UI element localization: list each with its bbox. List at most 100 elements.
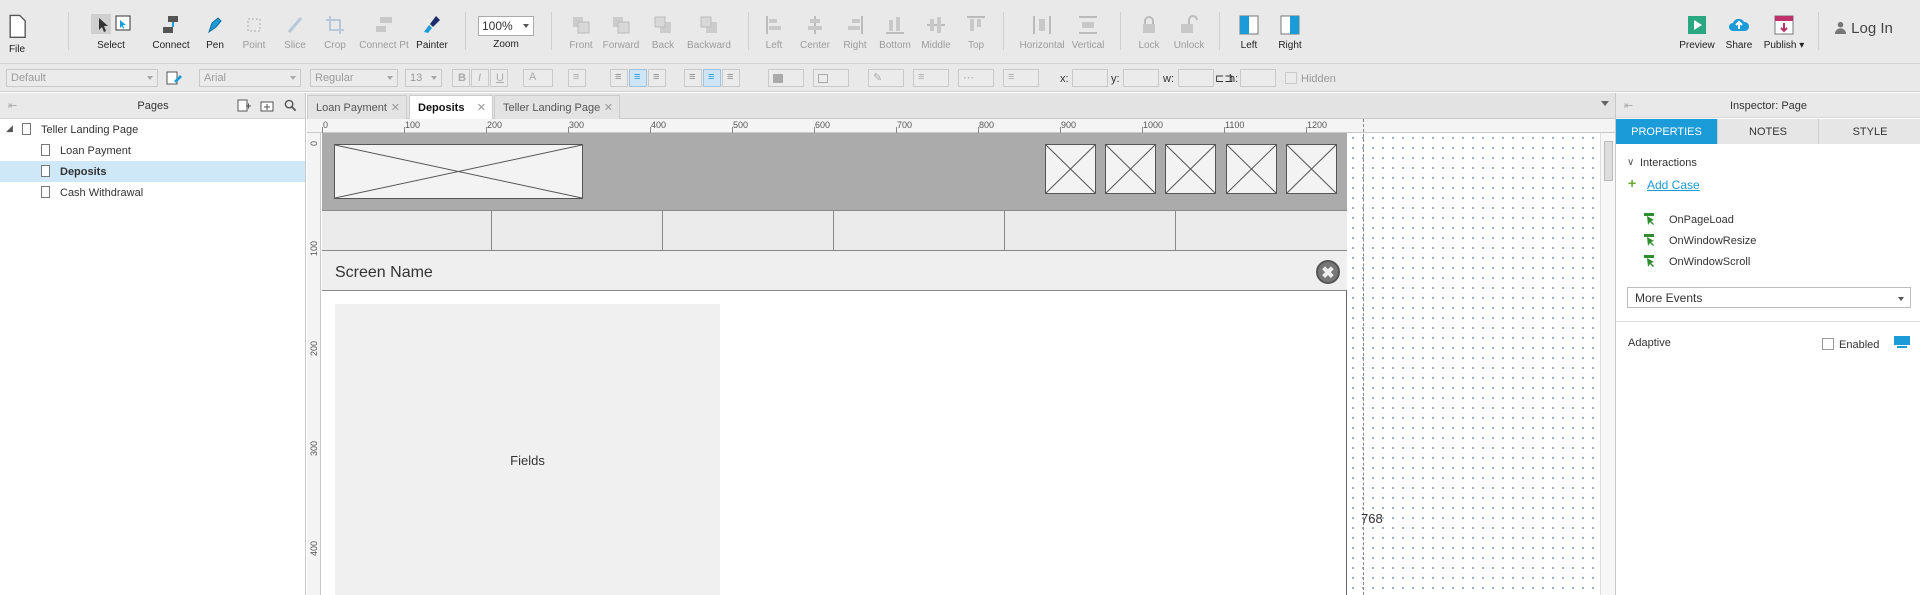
text-align-right-button[interactable]: ≡ — [648, 69, 666, 87]
fields-placeholder[interactable]: Fields — [335, 304, 720, 595]
italic-button[interactable]: I — [471, 69, 489, 87]
page-tree-item[interactable]: Cash Withdrawal — [0, 182, 305, 203]
tab-style[interactable]: STYLE — [1819, 119, 1920, 144]
crop-button[interactable]: Crop — [310, 12, 360, 51]
ruler-tick-label: 700 — [897, 120, 913, 130]
underline-button[interactable]: U — [490, 69, 508, 87]
event-onwindowscroll[interactable]: OnWindowScroll — [1669, 256, 1750, 268]
tab-notes[interactable]: NOTES — [1718, 119, 1819, 144]
line-pattern-button[interactable]: ⋯ — [958, 69, 994, 87]
font-color-button[interactable]: A — [523, 69, 553, 87]
width-input[interactable] — [1178, 69, 1214, 87]
backward-button[interactable]: Backward — [683, 12, 735, 51]
add-page-icon[interactable] — [237, 99, 251, 113]
x-input[interactable] — [1072, 69, 1108, 87]
vertical-scrollbar[interactable] — [1600, 133, 1615, 595]
screen-title-bar[interactable]: Screen Name ✖ — [322, 251, 1347, 291]
close-icon[interactable]: ✕ — [604, 101, 613, 114]
add-folder-icon[interactable] — [260, 99, 274, 113]
event-icon — [1644, 213, 1654, 225]
enabled-checkbox[interactable] — [1822, 338, 1834, 350]
login-button[interactable]: Log In — [1834, 20, 1893, 37]
wireframe-nav-bar[interactable] — [322, 211, 1347, 251]
header-icon-placeholder[interactable] — [1165, 144, 1216, 194]
unlock-button[interactable]: Unlock — [1164, 12, 1214, 51]
bullet-list-button[interactable]: ≡ — [568, 69, 586, 87]
connect-pt-button[interactable]: Connect Pt — [358, 12, 410, 51]
valign-bottom-icon: ≡ — [727, 71, 734, 83]
close-icon[interactable]: ✕ — [391, 101, 400, 114]
style-edit-button[interactable] — [165, 69, 183, 87]
hidden-checkbox[interactable] — [1285, 72, 1297, 84]
tab-teller-landing-page[interactable]: Teller Landing Page ✕ — [494, 95, 620, 119]
valign-top-button[interactable]: ≡ — [684, 69, 702, 87]
tab-properties[interactable]: PROPERTIES — [1616, 119, 1718, 144]
distribute-horizontal-button[interactable]: Horizontal — [1016, 12, 1068, 51]
design-canvas[interactable]: 0 100 200 300 400 500 600 700 800 900 1000 1100 1200… — [307, 119, 1615, 595]
scrollbar-thumb[interactable] — [1604, 141, 1613, 181]
chevron-down-icon[interactable]: ∨ — [1627, 157, 1634, 168]
text-align-left-button[interactable]: ≡ — [610, 69, 628, 87]
event-onpageload[interactable]: OnPageLoad — [1669, 214, 1734, 226]
text-align-center-button[interactable]: ≡ — [629, 69, 647, 87]
nav-item-placeholder[interactable] — [834, 211, 1005, 251]
tab-overflow-icon[interactable] — [1601, 101, 1609, 106]
adaptive-views-icon[interactable] — [1894, 336, 1910, 348]
cloud-upload-icon — [1729, 18, 1750, 31]
page-tree-item[interactable]: Loan Payment — [0, 140, 305, 161]
ruler-tick-label: 1200 — [1307, 120, 1328, 130]
y-input[interactable] — [1123, 69, 1159, 87]
bold-button[interactable]: B — [452, 69, 470, 87]
share-button[interactable]: Share — [1714, 12, 1764, 51]
nav-item-placeholder[interactable] — [492, 211, 663, 251]
valign-middle-button[interactable]: ≡ — [703, 69, 721, 87]
document-tabs: Loan Payment ✕ Deposits ✕ Teller Landing P… — [307, 93, 1615, 120]
back-button[interactable]: Back — [638, 12, 688, 51]
tab-loan-payment[interactable]: Loan Payment ✕ — [307, 95, 407, 119]
expand-toggle-icon[interactable]: ◢ — [6, 123, 13, 134]
fill-color-button[interactable] — [768, 69, 804, 87]
header-icon-placeholder[interactable] — [1105, 144, 1156, 194]
tab-deposits[interactable]: Deposits ✕ — [409, 95, 493, 120]
font-select[interactable]: Arial — [199, 69, 301, 87]
more-events-select[interactable]: More Events — [1627, 287, 1911, 308]
header-icon-placeholder[interactable] — [1045, 144, 1096, 194]
logo-placeholder[interactable] — [334, 144, 583, 199]
font-size-select[interactable]: 13 — [405, 69, 442, 87]
italic-icon: I — [478, 72, 482, 84]
wireframe-header[interactable] — [322, 133, 1347, 211]
publish-button[interactable]: Publish ▾ — [1758, 12, 1810, 51]
painter-button[interactable]: Painter — [407, 12, 457, 51]
nav-item-placeholder[interactable] — [663, 211, 834, 251]
unlock-icon — [1181, 15, 1198, 33]
right-pane-button[interactable]: Right — [1265, 12, 1315, 51]
header-icon-placeholder[interactable] — [1286, 144, 1337, 194]
nav-item-placeholder[interactable] — [1005, 211, 1176, 251]
header-icon-placeholder[interactable] — [1226, 144, 1277, 194]
distribute-vertical-button[interactable]: Vertical — [1063, 12, 1113, 51]
ruler-tick-label: 0 — [323, 120, 329, 130]
close-circle-icon[interactable]: ✖ — [1316, 260, 1340, 284]
align-top-button[interactable]: Top — [951, 12, 1001, 51]
arrow-style-button[interactable]: ≡ — [1003, 69, 1039, 87]
shadow-button[interactable] — [813, 69, 849, 87]
event-onwindowresize[interactable]: OnWindowResize — [1669, 235, 1756, 247]
valign-bottom-button[interactable]: ≡ — [722, 69, 740, 87]
search-icon[interactable] — [284, 99, 297, 112]
font-weight-select[interactable]: Regular — [310, 69, 398, 87]
add-case-link[interactable]: Add Case — [1647, 178, 1700, 192]
hidden-label: Hidden — [1301, 73, 1336, 85]
ruler-tick-label: 1100 — [1225, 120, 1245, 130]
file-button[interactable]: File — [0, 8, 34, 55]
close-icon[interactable]: ✕ — [477, 101, 486, 114]
line-color-button[interactable]: ✎ — [868, 69, 904, 87]
height-input[interactable] — [1240, 69, 1276, 87]
connect-button[interactable]: Connect — [146, 12, 196, 51]
line-width-button[interactable]: ≡ — [913, 69, 949, 87]
page-tree-item-selected[interactable]: Deposits — [0, 161, 305, 182]
nav-item-placeholder[interactable] — [322, 211, 492, 251]
style-select[interactable]: Default — [6, 69, 158, 87]
zoom-select[interactable]: 100% — [478, 16, 534, 36]
select-button[interactable]: Select — [81, 12, 141, 51]
page-tree-item[interactable]: ◢ Teller Landing Page — [0, 119, 305, 140]
